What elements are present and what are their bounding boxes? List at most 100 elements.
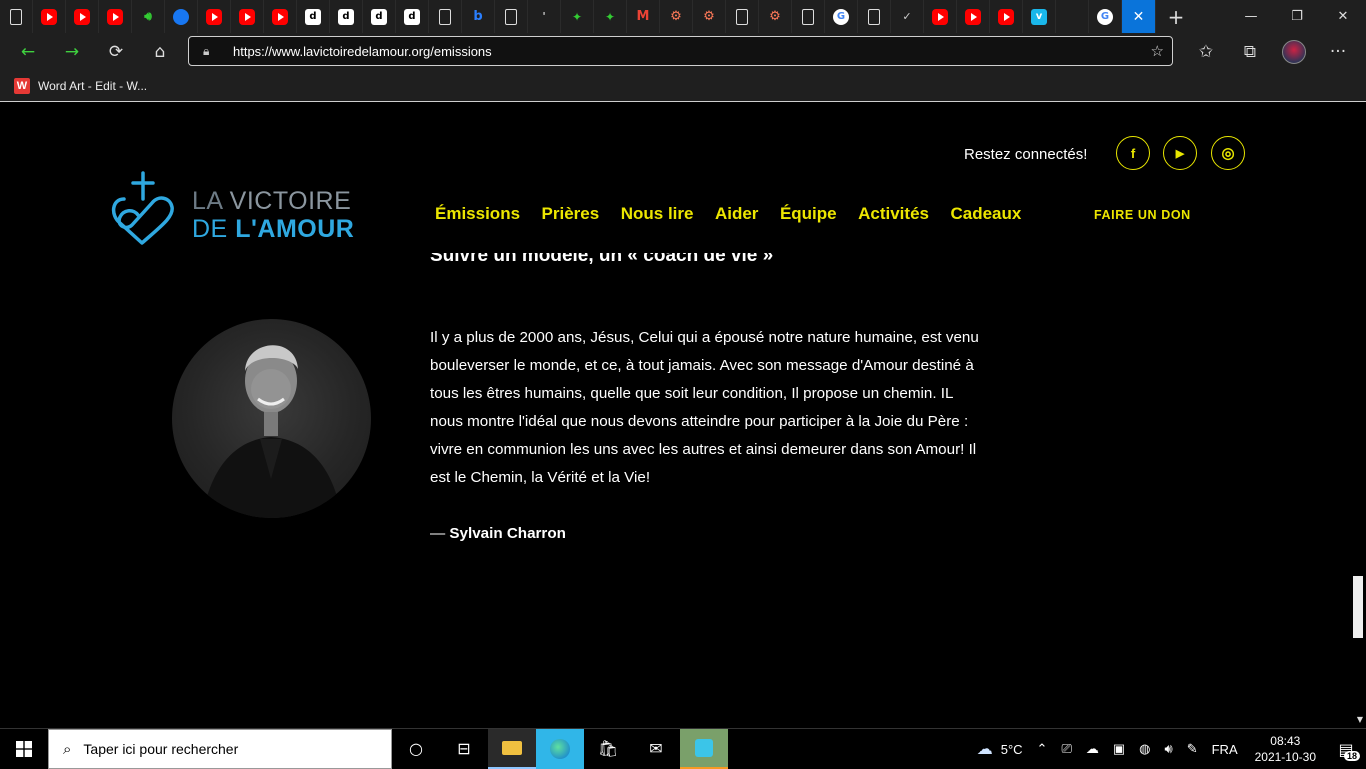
new-tab-button[interactable]: + (1156, 0, 1196, 33)
close-window-button[interactable]: ✕ (1320, 0, 1366, 33)
home-button[interactable]: ⌂ (138, 33, 182, 70)
browser-tab[interactable] (957, 0, 990, 33)
language-indicator[interactable]: FRA (1205, 729, 1245, 769)
youtube-link[interactable]: ▶ (1163, 136, 1197, 170)
browser-tab[interactable]: M (627, 0, 660, 33)
bookmarks-bar: W Word Art - Edit - W... (0, 70, 1366, 102)
nav-item[interactable]: Activités (858, 204, 929, 224)
taskbar-search[interactable]: ⌕ Taper ici pour rechercher (48, 728, 392, 769)
browser-tab[interactable] (924, 0, 957, 33)
app-icon[interactable] (680, 728, 728, 769)
chevron-up-icon[interactable]: ⌃ (1030, 729, 1055, 769)
task-view-icon[interactable]: ⊟ (440, 729, 488, 769)
more-menu-icon[interactable]: ··· (1316, 33, 1360, 70)
donate-button[interactable]: FAIRE UN DON (1094, 208, 1191, 222)
browser-tab[interactable] (1056, 0, 1089, 33)
clock[interactable]: 08:43 2021-10-30 (1245, 733, 1326, 765)
nav-item[interactable]: Cadeaux (950, 204, 1021, 224)
browser-tab[interactable]: d (396, 0, 429, 33)
file-explorer-icon[interactable] (488, 728, 536, 769)
google-icon: G (1097, 8, 1113, 25)
browser-tab[interactable] (0, 0, 33, 33)
clock-time: 08:43 (1270, 734, 1301, 748)
browser-tab[interactable] (858, 0, 891, 33)
browser-tab[interactable]: b (462, 0, 495, 33)
scrollbar-thumb[interactable] (1353, 576, 1363, 638)
browser-tab[interactable]: ⚙ (759, 0, 792, 33)
browser-tab[interactable]: d (330, 0, 363, 33)
browser-tab[interactable] (792, 0, 825, 33)
browser-tab[interactable] (990, 0, 1023, 33)
instagram-link[interactable]: ◎ (1211, 136, 1245, 170)
edge-browser-icon[interactable] (536, 728, 584, 769)
restore-button[interactable]: ❐ (1274, 0, 1320, 33)
nav-item[interactable]: Prières (542, 204, 600, 224)
browser-tab[interactable]: ' (528, 0, 561, 33)
browser-tab[interactable] (198, 0, 231, 33)
close-tab-icon[interactable]: ✕ (1133, 9, 1145, 25)
device-icon[interactable]: ▣ (1106, 729, 1132, 769)
site-logo[interactable]: LA VICTOIRE DE L'AMOUR (108, 169, 368, 249)
browser-tab[interactable] (429, 0, 462, 33)
onedrive-icon[interactable]: ☁ (1079, 729, 1106, 769)
browser-tab[interactable] (231, 0, 264, 33)
browser-tab[interactable] (33, 0, 66, 33)
browser-tab[interactable]: G (825, 0, 858, 33)
network-icon[interactable]: ◍ (1132, 729, 1157, 769)
page-scrollbar[interactable]: ▼ (1350, 103, 1366, 728)
browser-tab[interactable] (165, 0, 198, 33)
clock-date: 2021-10-30 (1254, 750, 1316, 764)
bookmark-word-art[interactable]: W Word Art - Edit - W... (14, 77, 147, 94)
speaker-icon: 🔊︎ (144, 9, 152, 23)
browser-tab[interactable]: v (1023, 0, 1056, 33)
youtube-icon: ▶ (1175, 147, 1185, 160)
browser-tab[interactable]: ⚙ (693, 0, 726, 33)
facebook-link[interactable]: f (1116, 136, 1150, 170)
refresh-button[interactable]: ⟳ (94, 33, 138, 70)
meet-now-icon[interactable]: ⎚ (1054, 729, 1078, 769)
google-icon: G (833, 8, 849, 25)
browser-tab[interactable] (66, 0, 99, 33)
browser-tab[interactable]: 🔊︎ (132, 0, 165, 33)
store-icon[interactable]: 🛍︎ (584, 729, 632, 769)
browser-tab[interactable] (726, 0, 759, 33)
nav-item[interactable]: Émissions (435, 204, 520, 224)
address-bar-url[interactable]: https://www.lavictoiredelamour.org/emiss… (233, 44, 492, 59)
nav-item[interactable]: Aider (715, 204, 758, 224)
browser-tab[interactable]: ⚙ (660, 0, 693, 33)
logo-line-1: LA VICTOIRE (192, 187, 352, 215)
nav-item[interactable]: Équipe (780, 204, 837, 224)
start-button[interactable] (0, 729, 48, 769)
d-icon: d (338, 8, 354, 25)
back-button[interactable]: ← (6, 33, 50, 70)
add-favorite-icon[interactable]: ☆ (1151, 42, 1164, 60)
browser-tab[interactable]: ✦ (594, 0, 627, 33)
browser-tab[interactable]: G (1089, 0, 1122, 33)
collections-icon[interactable]: ⧉ (1228, 33, 1272, 70)
notification-center-icon[interactable]: ▤ 18 (1326, 729, 1366, 769)
generic-icon: ' (542, 10, 546, 23)
volume-icon[interactable]: 🔊︎ (1158, 729, 1180, 769)
minimize-button[interactable]: — (1228, 0, 1274, 33)
browser-tab[interactable] (495, 0, 528, 33)
pen-icon[interactable]: ✎ (1180, 729, 1205, 769)
favorites-icon[interactable]: ✩ (1184, 33, 1228, 70)
mail-icon[interactable]: ✉ (632, 729, 680, 769)
browser-tab[interactable]: d (363, 0, 396, 33)
active-tab[interactable]: ✕ (1122, 0, 1156, 33)
browser-tab[interactable]: ✦ (561, 0, 594, 33)
d-icon: d (305, 8, 321, 25)
browser-tab[interactable] (99, 0, 132, 33)
forward-button[interactable]: → (50, 33, 94, 70)
browser-tab[interactable]: d (297, 0, 330, 33)
profile-button[interactable] (1272, 33, 1316, 70)
scroll-down-icon[interactable]: ▼ (1357, 715, 1363, 724)
search-placeholder: Taper ici pour rechercher (83, 740, 239, 757)
nav-item[interactable]: Nous lire (621, 204, 694, 224)
weather-widget[interactable]: ☁ 5°C (970, 729, 1030, 769)
browser-tab[interactable] (264, 0, 297, 33)
address-bar[interactable]: 🔒︎ https://www.lavictoiredelamour.org/em… (188, 36, 1173, 66)
youtube-icon (206, 8, 222, 25)
cortana-icon[interactable]: ○ (392, 729, 440, 769)
browser-tab[interactable]: ✓ (891, 0, 924, 33)
